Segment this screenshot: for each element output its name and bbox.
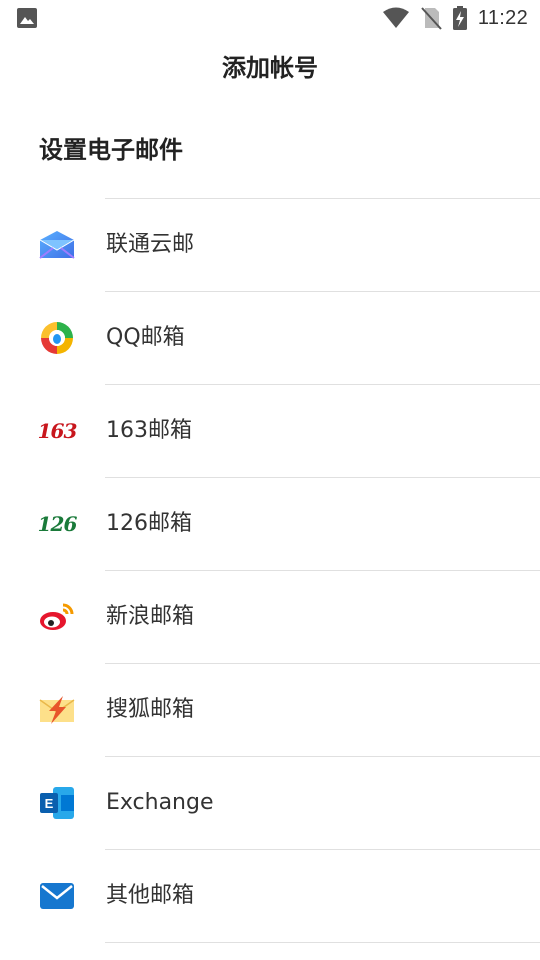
provider-list: 联通云邮 QQ邮箱 163 163邮箱 126 126邮箱 新浪邮箱 搜狐邮箱 … — [0, 198, 540, 943]
qq-mail-icon — [39, 320, 75, 356]
provider-item-126[interactable]: 126 126邮箱 — [0, 478, 540, 570]
provider-item-sohu[interactable]: 搜狐邮箱 — [0, 664, 540, 756]
status-icons: 11:22 — [382, 5, 528, 31]
provider-label: QQ邮箱 — [106, 325, 185, 350]
svg-text:E: E — [45, 796, 54, 811]
provider-label: 163邮箱 — [106, 418, 192, 443]
status-time: 11:22 — [477, 6, 528, 29]
provider-label: Exchange — [106, 790, 214, 815]
sohu-mail-icon — [39, 692, 75, 728]
sina-weibo-icon — [39, 599, 75, 635]
page-title: 添加帐号 — [222, 54, 318, 82]
netease-126-icon: 126 — [37, 512, 78, 536]
provider-item-sina[interactable]: 新浪邮箱 — [0, 571, 540, 663]
provider-label: 新浪邮箱 — [106, 604, 195, 629]
netease-163-icon: 163 — [37, 419, 78, 443]
wifi-icon — [382, 7, 409, 28]
provider-label: 其他邮箱 — [106, 883, 195, 908]
exchange-icon: E — [39, 785, 75, 821]
section-heading: 设置电子邮件 — [39, 136, 183, 164]
provider-item-other[interactable]: 其他邮箱 — [0, 850, 540, 942]
image-notification-icon — [17, 8, 37, 28]
provider-label: 126邮箱 — [106, 511, 192, 536]
provider-item-qq[interactable]: QQ邮箱 — [0, 292, 540, 384]
status-bar: 11:22 — [0, 0, 540, 36]
envelope-blue-icon — [39, 227, 75, 263]
mail-envelope-icon — [39, 878, 75, 914]
provider-label: 搜狐邮箱 — [106, 697, 195, 722]
divider — [105, 942, 540, 943]
provider-item-unicom[interactable]: 联通云邮 — [0, 199, 540, 291]
battery-charging-icon — [452, 6, 467, 30]
provider-label: 联通云邮 — [106, 232, 195, 257]
no-sim-icon — [421, 7, 442, 30]
provider-item-exchange[interactable]: E Exchange — [0, 757, 540, 849]
provider-item-163[interactable]: 163 163邮箱 — [0, 385, 540, 477]
